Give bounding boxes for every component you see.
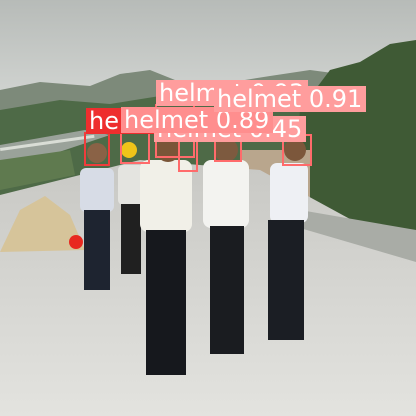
worker-3 [140,138,192,375]
construction-site-photo [0,0,416,416]
detection-label-2: helmet 0.91 [214,86,367,112]
detection-box-6 [84,132,110,166]
detection-image: helmet helmet 0.93 helmet 0.45 helmet 0.… [0,0,416,416]
worker-5 [268,139,308,340]
